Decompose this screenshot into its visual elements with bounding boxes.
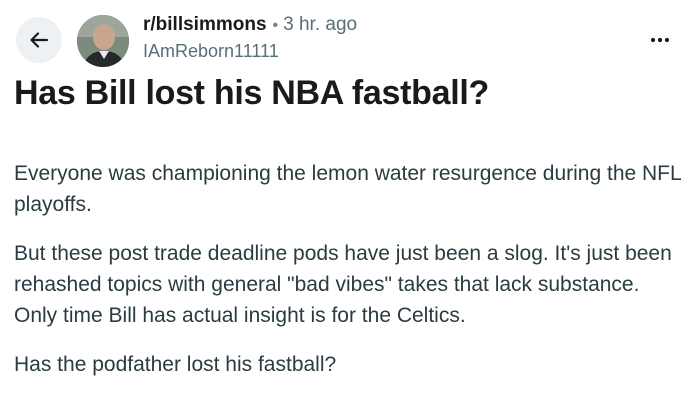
post-paragraph: Has the podfather lost his fastball? [14,353,337,376]
subreddit-link[interactable]: r/billsimmons [143,15,267,34]
arrow-left-icon [30,32,49,48]
avatar[interactable] [77,15,129,67]
post-paragraph: Everyone was championing the lemon water… [14,162,681,216]
post-body: Everyone was championing the lemon water… [14,158,684,398]
user-avatar-photo [77,15,129,67]
more-options-button[interactable] [646,26,674,54]
back-button[interactable] [16,17,62,63]
separator-dot: • [272,17,279,34]
post-timestamp: 3 hr. ago [283,14,358,35]
post-meta: r/billsimmons • 3 hr. ago IAmReborn11111 [143,15,357,60]
meta-row: r/billsimmons • 3 hr. ago [143,15,357,34]
username-link[interactable]: IAmReborn11111 [143,42,357,60]
post-paragraph: But these post trade deadline pods have … [14,242,672,327]
post-title: Has Bill lost his NBA fastball? [14,74,489,112]
more-horizontal-icon [650,37,670,43]
